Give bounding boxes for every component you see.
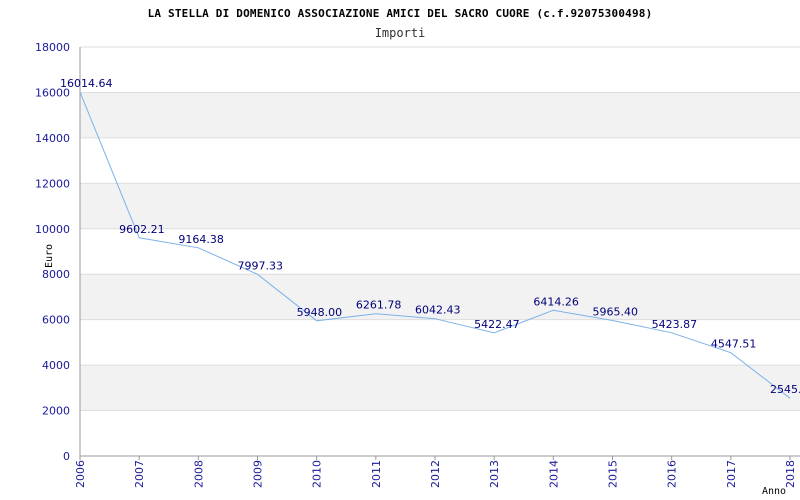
- data-label: 6261.78: [356, 299, 402, 312]
- x-tick-labels: 2006 2007 2008 2009 2010 2011 2012 2013 2014 2015…: [74, 456, 797, 488]
- x-tick-label: 2011: [370, 460, 383, 488]
- y-tick-label: 0: [63, 450, 70, 463]
- x-tick-label: 2009: [252, 460, 265, 488]
- data-label: 2545.5: [770, 383, 800, 396]
- x-tick-label: 2008: [192, 460, 205, 488]
- grid-band: [80, 92, 800, 138]
- x-tick-label: 2010: [311, 460, 324, 488]
- y-tick-label: 8000: [42, 268, 70, 281]
- data-label: 5965.40: [593, 305, 639, 318]
- x-tick-label: 2006: [74, 460, 87, 488]
- y-tick-label: 6000: [42, 314, 70, 327]
- x-tick-label: 2015: [607, 460, 620, 488]
- grid-band: [80, 365, 800, 411]
- x-tick-label: 2007: [133, 460, 146, 488]
- data-label: 6414.26: [533, 295, 579, 308]
- x-axis-label: Anno: [762, 486, 786, 497]
- data-label: 7997.33: [238, 259, 284, 272]
- data-label: 16014.64: [60, 77, 113, 90]
- y-tick-label: 12000: [35, 177, 70, 190]
- data-label: 9164.38: [178, 233, 224, 246]
- data-label: 5948.00: [297, 306, 343, 319]
- x-tick-label: 2013: [488, 460, 501, 488]
- y-tick-label: 14000: [35, 132, 70, 145]
- y-tick-label: 4000: [42, 359, 70, 372]
- line-chart: LA STELLA DI DOMENICO ASSOCIAZIONE AMICI…: [35, 7, 800, 497]
- grid-band: [80, 183, 800, 229]
- x-tick-label: 2014: [547, 460, 560, 488]
- y-tick-label: 2000: [42, 405, 70, 418]
- x-tick-label: 2017: [725, 460, 738, 488]
- x-tick-label: 2012: [429, 460, 442, 488]
- data-label: 9602.21: [119, 223, 164, 236]
- data-label: 6042.43: [415, 304, 461, 317]
- y-tick-label: 18000: [35, 41, 70, 54]
- chart-subtitle: Importi: [375, 26, 426, 40]
- data-label: 5422.47: [474, 318, 519, 331]
- x-tick-label: 2018: [784, 460, 797, 488]
- chart-title: LA STELLA DI DOMENICO ASSOCIAZIONE AMICI…: [148, 7, 653, 20]
- grid-bands: [80, 92, 800, 411]
- x-tick-label: 2016: [666, 460, 679, 488]
- data-label: 4547.51: [711, 338, 757, 351]
- data-label: 5423.87: [652, 318, 698, 331]
- y-axis-label: Euro: [44, 244, 55, 268]
- y-tick-label: 10000: [35, 223, 70, 236]
